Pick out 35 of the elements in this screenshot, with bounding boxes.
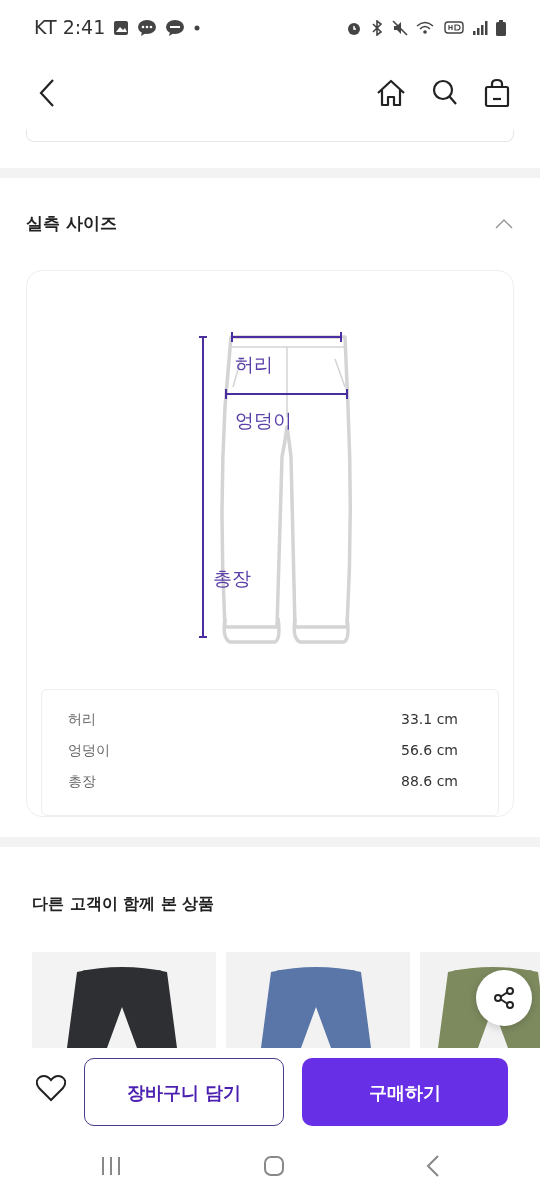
hd-voice-icon	[444, 19, 464, 36]
diagram-label: 허리	[235, 353, 273, 375]
measurement-value: 33.1 cm	[401, 710, 458, 729]
back-button[interactable]	[38, 77, 56, 108]
collapse-chevron-icon[interactable]	[494, 218, 514, 230]
share-icon	[493, 987, 515, 1009]
back-nav-icon[interactable]	[426, 1154, 440, 1178]
bluetooth-icon	[370, 19, 384, 36]
section-title: 다른 고객이 함께 본 상품	[32, 893, 216, 915]
diagram-label: 엉덩이	[235, 409, 292, 431]
home-nav-icon[interactable]	[263, 1155, 285, 1177]
measurement-label: 엉덩이	[68, 741, 110, 760]
carrier-time: KT 2:41	[34, 15, 106, 41]
notification-dot-icon	[193, 23, 202, 32]
like-button[interactable]	[36, 1074, 66, 1102]
message-icon	[165, 18, 186, 37]
signal-icon	[472, 19, 488, 36]
gallery-icon	[113, 19, 130, 36]
mute-icon	[392, 19, 408, 36]
buy-button[interactable]: 구매하기	[302, 1058, 508, 1126]
chat-icon	[137, 18, 158, 37]
measurement-value: 56.6 cm	[401, 741, 458, 760]
section-title: 실측 사이즈	[26, 212, 117, 236]
home-icon[interactable]	[376, 78, 406, 107]
measurement-label: 총장	[68, 772, 96, 791]
recent-apps-icon[interactable]	[100, 1155, 122, 1177]
diagram-label: 총장	[213, 567, 251, 589]
wifi-icon	[416, 19, 436, 36]
measurement-value: 88.6 cm	[401, 772, 458, 791]
search-icon[interactable]	[432, 78, 458, 107]
shopping-bag-icon[interactable]	[484, 77, 510, 108]
heart-icon	[36, 1074, 66, 1102]
battery-icon	[496, 19, 506, 36]
add-to-cart-button[interactable]: 장바구니 담기	[84, 1058, 284, 1126]
measurement-label: 허리	[68, 710, 96, 729]
